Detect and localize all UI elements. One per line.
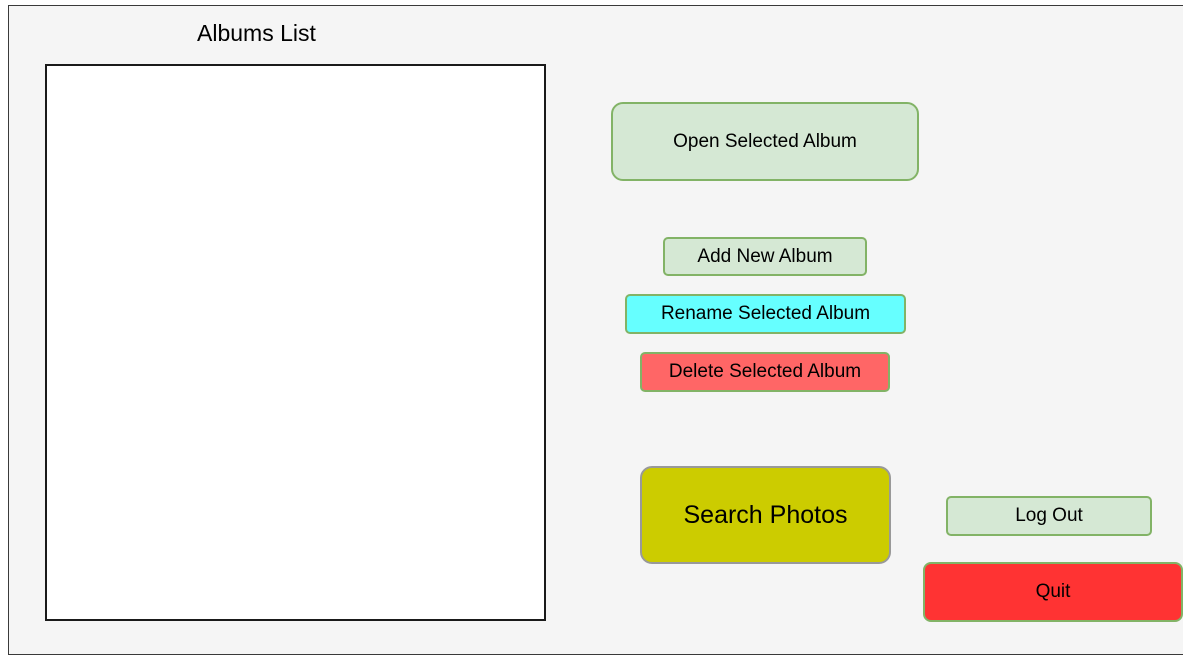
quit-button[interactable]: Quit	[923, 562, 1183, 622]
search-photos-button[interactable]: Search Photos	[640, 466, 891, 564]
log-out-button[interactable]: Log Out	[946, 496, 1152, 536]
albums-list-box[interactable]	[45, 64, 546, 621]
open-selected-album-button[interactable]: Open Selected Album	[611, 102, 919, 181]
add-new-album-button[interactable]: Add New Album	[663, 237, 867, 276]
rename-selected-album-button[interactable]: Rename Selected Album	[625, 294, 906, 334]
albums-list-title: Albums List	[197, 20, 316, 46]
delete-selected-album-button[interactable]: Delete Selected Album	[640, 352, 890, 392]
